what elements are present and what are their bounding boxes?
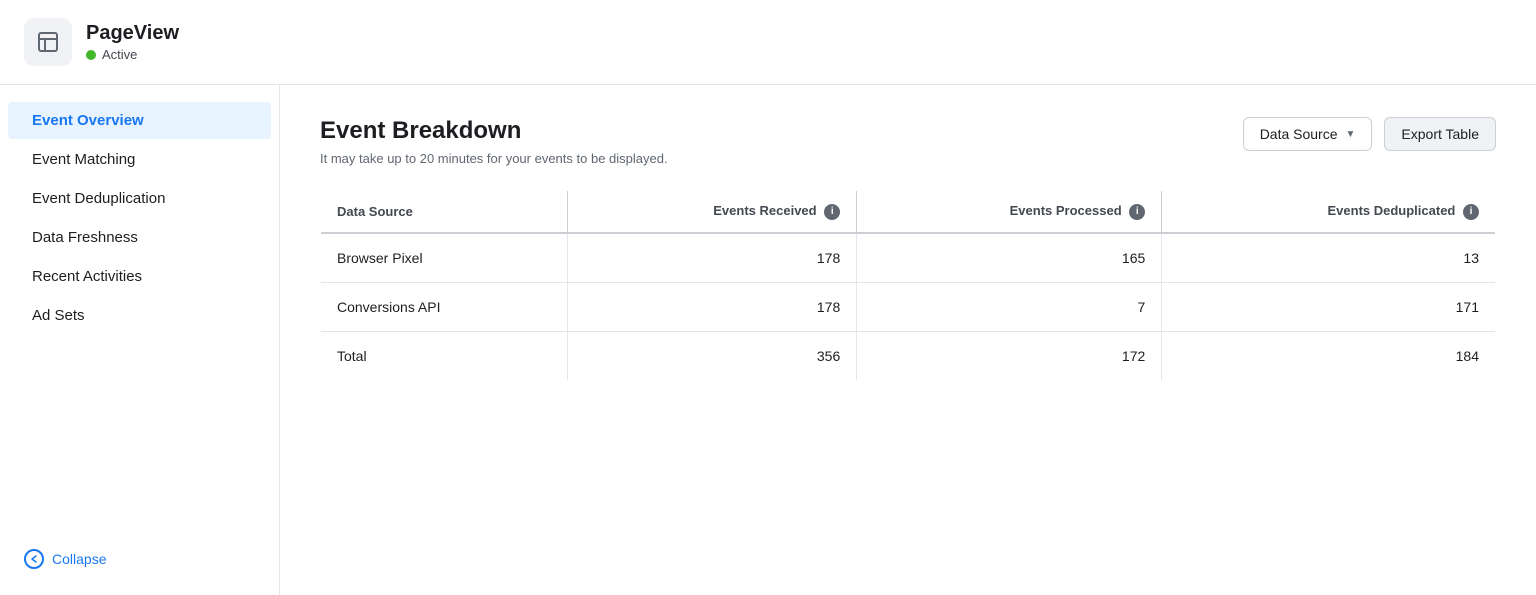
sidebar-item-event-matching[interactable]: Event Matching [8, 141, 271, 178]
collapse-button[interactable]: Collapse [0, 539, 279, 579]
cell-events-deduplicated-1: 171 [1162, 282, 1496, 331]
cell-events-processed-1: 7 [857, 282, 1162, 331]
cell-events-processed-2: 172 [857, 331, 1162, 380]
col-header-events-received: Events Received i [567, 191, 856, 233]
cell-events-deduplicated-2: 184 [1162, 331, 1496, 380]
cell-data-source-0: Browser Pixel [321, 233, 568, 283]
status-label: Active [102, 47, 137, 62]
table-row: Browser Pixel 178 165 13 [321, 233, 1496, 283]
sidebar-item-ad-sets[interactable]: Ad Sets [8, 297, 271, 334]
col-header-data-source: Data Source [321, 191, 568, 233]
page-title: Event Breakdown [320, 117, 668, 145]
sidebar-item-event-overview[interactable]: Event Overview [8, 102, 271, 139]
app-icon [24, 18, 72, 66]
main-layout: Event Overview Event Matching Event Dedu… [0, 85, 1536, 595]
sidebar-item-recent-activities[interactable]: Recent Activities [8, 258, 271, 295]
events-deduplicated-info-icon: i [1463, 204, 1479, 220]
events-processed-info-icon: i [1129, 204, 1145, 220]
cell-events-received-2: 356 [567, 331, 856, 380]
col-header-events-processed: Events Processed i [857, 191, 1162, 233]
col-header-events-deduplicated: Events Deduplicated i [1162, 191, 1496, 233]
datasource-dropdown[interactable]: Data Source ▼ [1243, 117, 1373, 151]
sidebar-item-event-deduplication[interactable]: Event Deduplication [8, 180, 271, 217]
chevron-left-icon [29, 554, 39, 564]
content-header: Event Breakdown It may take up to 20 min… [320, 117, 1496, 166]
cell-events-deduplicated-0: 13 [1162, 233, 1496, 283]
header-info: PageView Active [86, 22, 179, 62]
content-actions: Data Source ▼ Export Table [1243, 117, 1496, 151]
sidebar: Event Overview Event Matching Event Dedu… [0, 85, 280, 595]
cell-data-source-2: Total [321, 331, 568, 380]
table-row: Total 356 172 184 [321, 331, 1496, 380]
sidebar-nav: Event Overview Event Matching Event Dedu… [0, 101, 279, 335]
cell-data-source-1: Conversions API [321, 282, 568, 331]
cell-events-received-0: 178 [567, 233, 856, 283]
table-row: Conversions API 178 7 171 [321, 282, 1496, 331]
cell-events-received-1: 178 [567, 282, 856, 331]
header: PageView Active [0, 0, 1536, 85]
collapse-label: Collapse [52, 551, 106, 567]
content-area: Event Breakdown It may take up to 20 min… [280, 85, 1536, 595]
events-received-info-icon: i [824, 204, 840, 220]
table-header-row: Data Source Events Received i Events Pro… [321, 191, 1496, 233]
status-dot [86, 50, 96, 60]
chevron-down-icon: ▼ [1346, 129, 1356, 140]
sidebar-item-data-freshness[interactable]: Data Freshness [8, 219, 271, 256]
event-breakdown-table: Data Source Events Received i Events Pro… [320, 190, 1496, 381]
layout-icon [36, 30, 60, 54]
page-subtitle: It may take up to 20 minutes for your ev… [320, 151, 668, 166]
status-row: Active [86, 47, 179, 62]
app-title: PageView [86, 22, 179, 45]
collapse-icon [24, 549, 44, 569]
cell-events-processed-0: 165 [857, 233, 1162, 283]
export-table-button[interactable]: Export Table [1384, 117, 1496, 151]
app-container: PageView Active Event Overview Event Mat… [0, 0, 1536, 595]
datasource-dropdown-label: Data Source [1260, 126, 1338, 142]
content-title-block: Event Breakdown It may take up to 20 min… [320, 117, 668, 166]
